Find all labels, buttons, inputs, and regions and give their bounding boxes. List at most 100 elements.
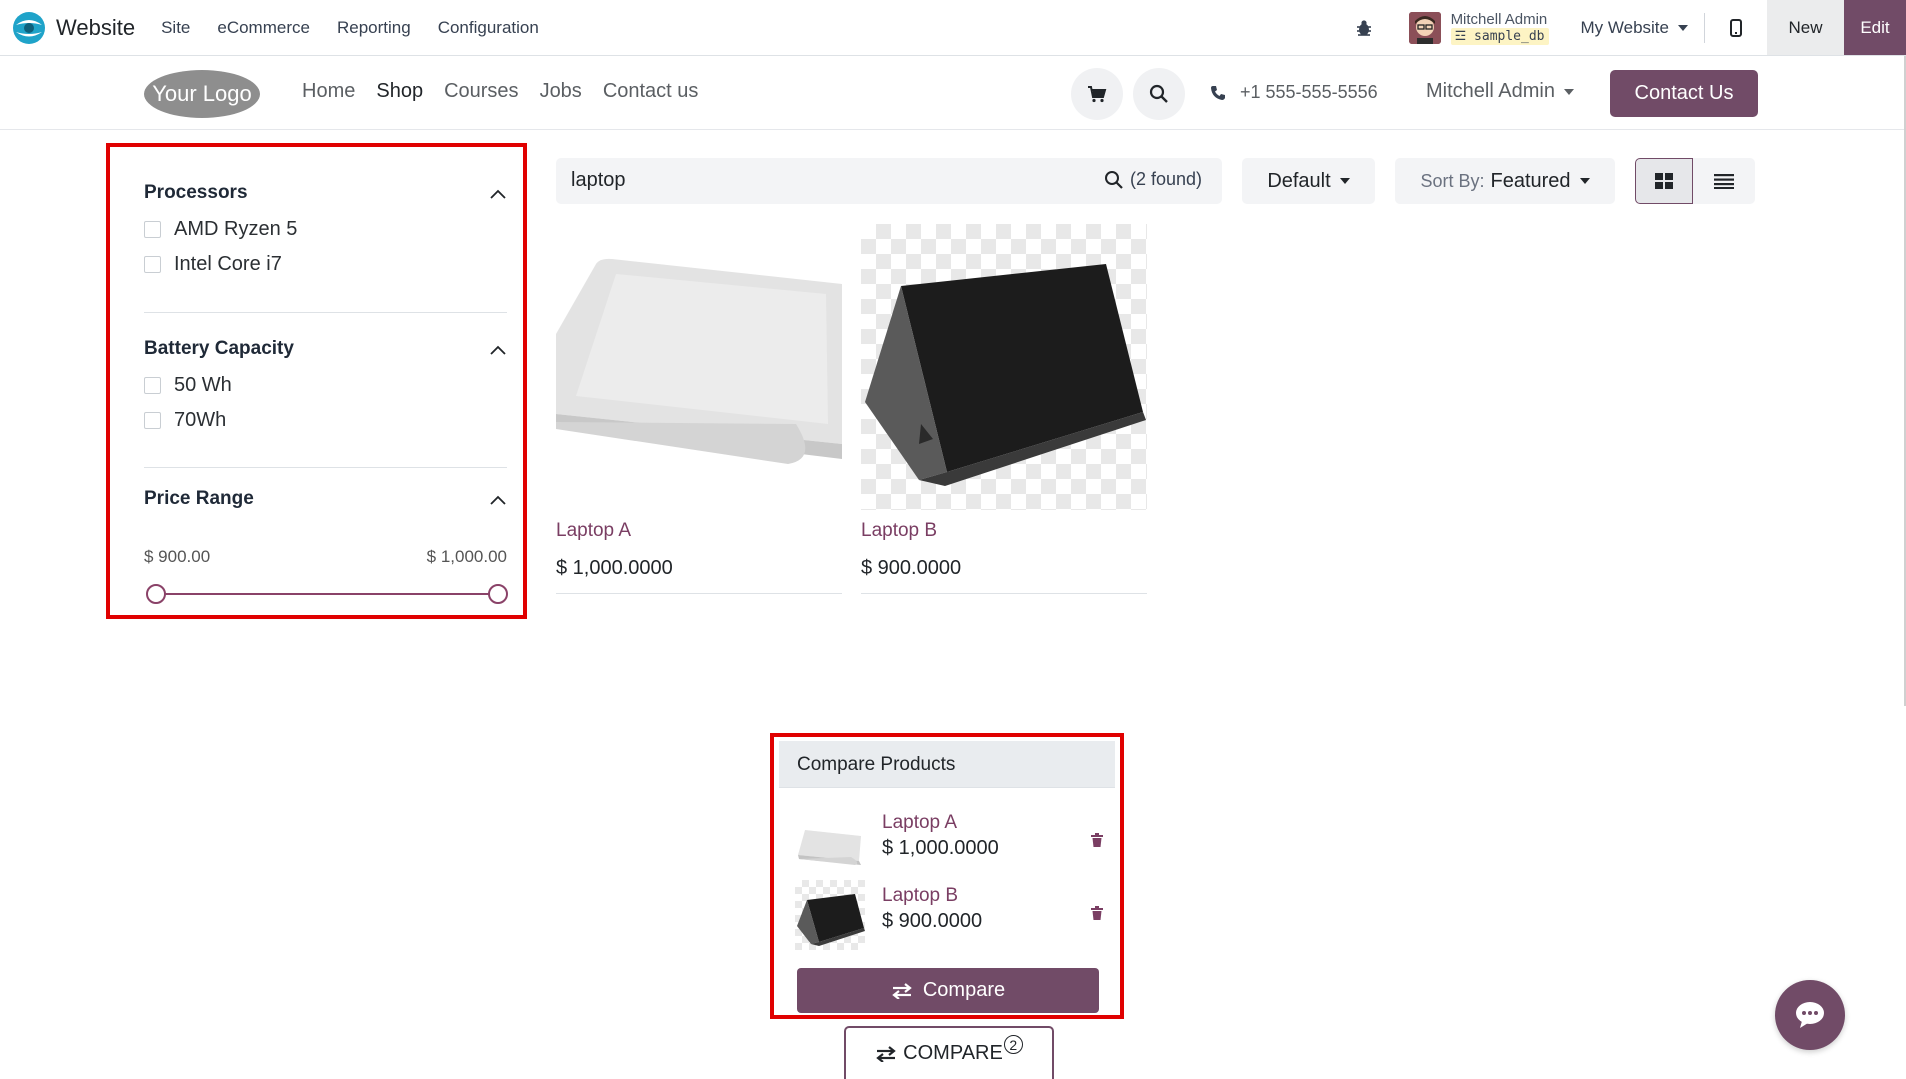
caret-down-icon: [1579, 178, 1590, 184]
filter-option-label: 50 Wh: [174, 374, 232, 396]
chevron-up-icon[interactable]: [489, 188, 507, 200]
livechat-button[interactable]: [1775, 980, 1845, 1050]
compare-item-price: $ 1,000.0000: [882, 837, 999, 859]
compare-count-badge: 2: [1003, 1035, 1023, 1054]
compare-item: Laptop B $ 900.0000: [795, 880, 1107, 950]
cart-button[interactable]: [1071, 68, 1123, 120]
filter-option-label: 70Wh: [174, 409, 227, 431]
price-slider-min-handle[interactable]: [146, 584, 166, 604]
product-card[interactable]: Laptop B $ 900.0000: [861, 224, 1147, 594]
phone-link[interactable]: +1 555-555-5556: [1210, 82, 1378, 103]
menu-configuration[interactable]: Configuration: [438, 18, 539, 38]
product-search-input[interactable]: laptop (2 found): [556, 158, 1222, 204]
new-button[interactable]: New: [1767, 0, 1844, 55]
divider: [144, 312, 507, 313]
product-image-laptop-b[interactable]: [861, 224, 1147, 510]
chevron-up-icon[interactable]: [489, 494, 507, 506]
search-icon: [1149, 84, 1168, 103]
header-user-menu[interactable]: Mitchell Admin: [1426, 80, 1574, 103]
chat-icon: [1796, 1002, 1824, 1028]
header-search-button[interactable]: [1133, 68, 1185, 120]
filter-option-intel-core-i7[interactable]: Intel Core i7: [144, 247, 507, 282]
compare-thumb-laptop-b[interactable]: [795, 880, 865, 950]
compare-item-name[interactable]: Laptop B: [882, 885, 958, 907]
checkbox[interactable]: [144, 412, 161, 429]
mobile-preview-button[interactable]: [1705, 18, 1767, 37]
checkbox[interactable]: [144, 221, 161, 238]
search-icon: [1104, 170, 1123, 189]
site-nav: Home Shop Courses Jobs Contact us: [302, 80, 719, 103]
phone-icon: [1211, 85, 1225, 100]
product-name[interactable]: Laptop B: [861, 520, 937, 542]
nav-home[interactable]: Home: [302, 80, 355, 103]
caret-down-icon: [1563, 88, 1574, 95]
compare-tab-label: COMPARE: [903, 1042, 1003, 1064]
contact-us-button[interactable]: Contact Us: [1610, 70, 1758, 117]
website-app-icon: [13, 11, 45, 44]
user-menu[interactable]: Mitchell Admin ☲ sample_db: [1408, 10, 1549, 45]
filter-option-label: Intel Core i7: [174, 253, 282, 275]
nav-shop[interactable]: Shop: [376, 80, 423, 103]
product-image-laptop-a[interactable]: [556, 224, 842, 510]
menu-reporting[interactable]: Reporting: [337, 18, 411, 38]
filter-title-processors[interactable]: Processors: [144, 182, 507, 204]
compare-thumb-laptop-a[interactable]: [795, 807, 865, 877]
avatar: [1408, 11, 1441, 44]
app-menu: Site eCommerce Reporting Configuration: [161, 18, 566, 38]
debug-bug-icon[interactable]: [1355, 19, 1373, 37]
filter-title-battery-capacity[interactable]: Battery Capacity: [144, 338, 507, 360]
compare-title: Compare Products: [797, 754, 956, 775]
compare-item-name[interactable]: Laptop A: [882, 812, 957, 834]
menu-ecommerce[interactable]: eCommerce: [217, 18, 310, 38]
nav-jobs[interactable]: Jobs: [540, 80, 582, 103]
filter-title-price-range[interactable]: Price Range: [144, 488, 507, 510]
compare-item: Laptop A $ 1,000.0000: [795, 807, 1107, 877]
search-result-count[interactable]: (2 found): [1104, 169, 1202, 190]
edit-button[interactable]: Edit: [1844, 0, 1906, 55]
compare-tab-button[interactable]: COMPARE 2: [844, 1026, 1054, 1079]
filter-option-70wh[interactable]: 70Wh: [144, 403, 507, 438]
logo-text: Your Logo: [152, 81, 252, 106]
header-user-name: Mitchell Admin: [1426, 80, 1555, 102]
search-query[interactable]: laptop: [571, 169, 626, 192]
compare-button[interactable]: Compare: [797, 968, 1099, 1013]
filter-price-range: Price Range: [144, 488, 507, 510]
filter-option-50-wh[interactable]: 50 Wh: [144, 368, 507, 403]
site-header: Your Logo Home Shop Courses Jobs Contact…: [0, 56, 1906, 130]
database-badge: ☲ sample_db: [1450, 27, 1549, 45]
sort-value: Featured: [1490, 169, 1571, 192]
product-price: $ 1,000.0000: [556, 557, 673, 579]
chevron-up-icon[interactable]: [489, 344, 507, 356]
sort-prefix: Sort By:: [1420, 170, 1485, 191]
filter-option-label: AMD Ryzen 5: [174, 218, 298, 240]
list-view-button[interactable]: [1693, 158, 1755, 204]
caret-down-icon: [1678, 24, 1688, 31]
checkbox[interactable]: [144, 377, 161, 394]
mobile-phone-icon: [1730, 18, 1742, 37]
price-slider-track[interactable]: [154, 593, 495, 595]
user-name: Mitchell Admin: [1450, 10, 1548, 28]
product-name[interactable]: Laptop A: [556, 520, 631, 542]
trash-icon[interactable]: [1091, 833, 1103, 847]
nav-contact-us[interactable]: Contact us: [603, 80, 699, 103]
site-logo[interactable]: Your Logo: [142, 68, 262, 125]
website-switcher[interactable]: My Website: [1581, 18, 1705, 38]
grid-view-button[interactable]: [1635, 158, 1693, 204]
app-name: Website: [56, 14, 136, 40]
admin-navbar: Website Site eCommerce Reporting Configu…: [0, 0, 1906, 56]
grid-icon: [1655, 173, 1673, 189]
price-slider-max-handle[interactable]: [488, 584, 508, 604]
product-card[interactable]: Laptop A $ 1,000.0000: [556, 224, 842, 594]
nav-courses[interactable]: Courses: [444, 80, 518, 103]
product-price: $ 900.0000: [861, 557, 962, 579]
found-count: (2 found): [1129, 169, 1202, 189]
pricelist-dropdown[interactable]: Default: [1242, 158, 1375, 204]
list-icon: [1714, 174, 1734, 189]
checkbox[interactable]: [144, 256, 161, 273]
products-filter-panel: Processors AMD Ryzen 5 Intel Core i7 Bat…: [106, 143, 527, 619]
menu-site[interactable]: Site: [161, 18, 190, 38]
trash-icon[interactable]: [1091, 906, 1103, 920]
filter-option-amd-ryzen-5[interactable]: AMD Ryzen 5: [144, 212, 507, 247]
sort-dropdown[interactable]: Sort By: Featured: [1395, 158, 1615, 204]
app-home[interactable]: Website: [12, 11, 135, 45]
